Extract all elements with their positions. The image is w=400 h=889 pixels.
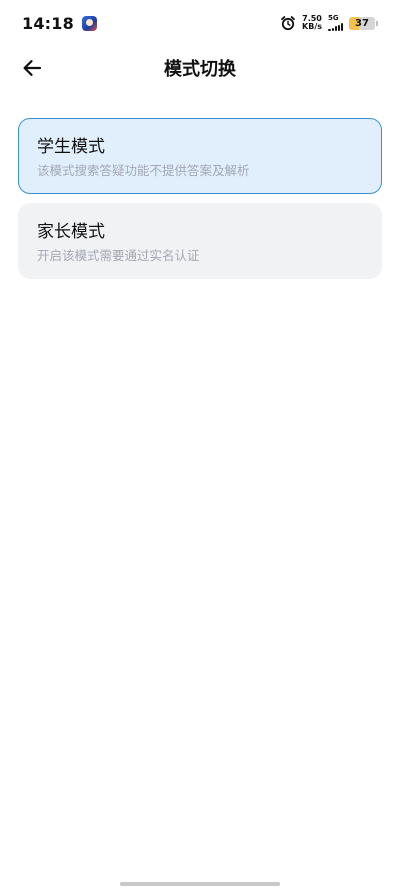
back-button[interactable]	[18, 54, 46, 82]
app-notification-icon	[81, 15, 97, 31]
signal-icon	[328, 23, 343, 31]
screen: 14:18 7.50 KB/s 5G 37 模式切换 学生模式 该模式搜索答疑功…	[0, 0, 400, 889]
header: 模式切换	[0, 46, 400, 90]
mode-list: 学生模式 该模式搜索答疑功能不提供答案及解析 家长模式 开启该模式需要通过实名认…	[18, 118, 382, 288]
battery-level: 37	[355, 17, 369, 29]
status-left: 14:18	[22, 14, 97, 33]
battery-icon: 37	[349, 16, 375, 30]
home-indicator[interactable]	[120, 882, 280, 886]
mode-description: 开启该模式需要通过实名认证	[37, 248, 200, 263]
mode-name: 家长模式	[37, 222, 105, 242]
network-indicator: 5G	[328, 15, 343, 31]
status-time: 14:18	[22, 13, 74, 33]
network-type: 5G	[328, 14, 339, 22]
page-title: 模式切换	[164, 59, 236, 80]
parent-mode-option[interactable]: 家长模式 开启该模式需要通过实名认证	[18, 203, 382, 279]
alarm-icon	[281, 16, 295, 31]
mode-name: 学生模式	[37, 137, 105, 157]
status-bar: 14:18 7.50 KB/s 5G 37	[0, 0, 400, 46]
status-right: 7.50 KB/s 5G 37	[280, 15, 378, 31]
mode-description: 该模式搜索答疑功能不提供答案及解析	[37, 163, 250, 178]
net-speed: 7.50 KB/s	[302, 15, 322, 31]
arrow-left-icon	[23, 60, 42, 76]
battery-cap	[376, 20, 378, 26]
net-speed-unit: KB/s	[302, 22, 322, 31]
student-mode-option[interactable]: 学生模式 该模式搜索答疑功能不提供答案及解析	[18, 118, 382, 194]
